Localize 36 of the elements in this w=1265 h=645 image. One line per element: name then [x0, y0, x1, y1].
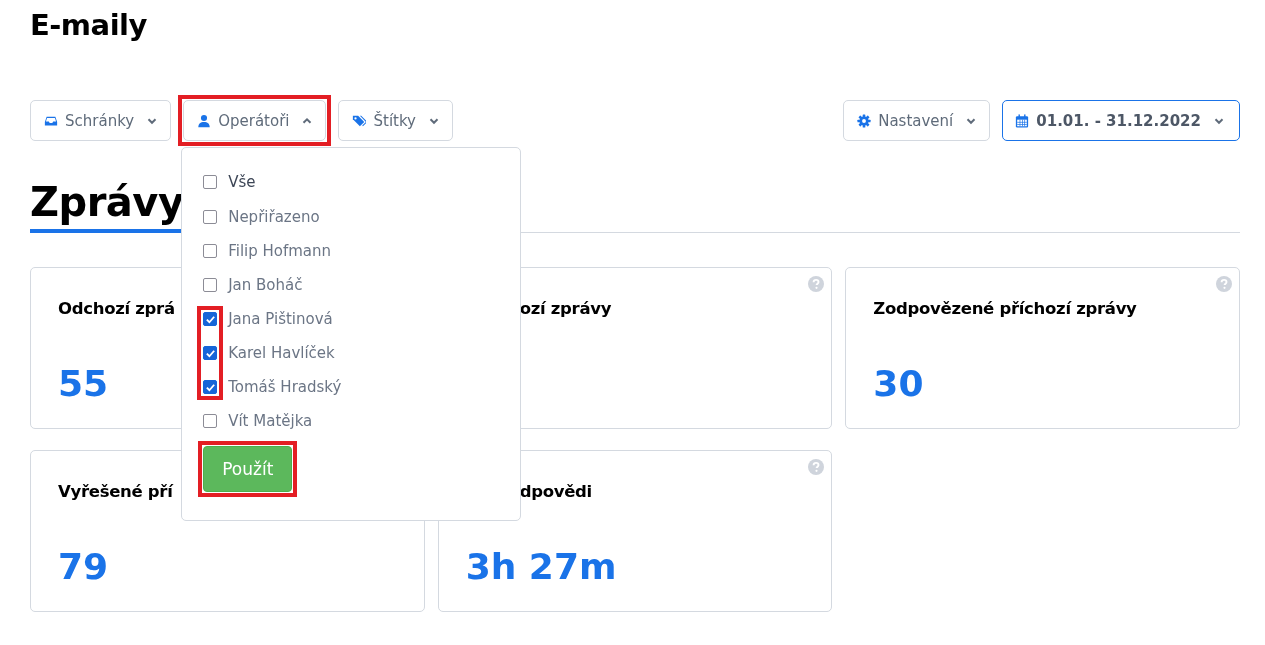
- checkbox[interactable]: [203, 346, 218, 360]
- checkbox[interactable]: [203, 244, 218, 258]
- calendar-icon: [1015, 113, 1030, 128]
- checkbox[interactable]: [203, 278, 218, 292]
- card-title: Vyřešené pří: [58, 482, 173, 501]
- dropdown-button[interactable]: Operátoři: [183, 100, 327, 141]
- card-title: dpovědi: [518, 482, 592, 501]
- checkbox[interactable]: [203, 414, 218, 428]
- stat-value: 30: [873, 363, 924, 404]
- dropdown-button[interactable]: Schránky: [30, 100, 172, 141]
- option-label: Jana Pištinová: [228, 310, 333, 328]
- option-label: Karel Havlíček: [228, 344, 335, 362]
- option-label: Jan Boháč: [228, 276, 303, 294]
- checkbox[interactable]: [203, 210, 218, 224]
- option-label: Vše: [228, 173, 256, 191]
- card-title: Zodpovězené příchozí zprávy: [873, 299, 1137, 318]
- stat-value: 79: [58, 546, 109, 587]
- card-title: ozí zprávy: [518, 299, 612, 318]
- stat-value: 3h 27m: [465, 546, 617, 587]
- option-label: Tomáš Hradský: [228, 378, 342, 396]
- checkbox[interactable]: [203, 380, 218, 394]
- stat-value: 55: [58, 363, 109, 404]
- page-title: E-maily: [30, 7, 148, 44]
- gear-icon: [857, 113, 872, 128]
- dropdown-button[interactable]: Štítky: [338, 100, 453, 141]
- card-title: Odchozí zprá: [58, 299, 175, 318]
- dropdown-button[interactable]: Nastavení: [843, 100, 991, 141]
- option-label: Filip Hofmann: [228, 242, 332, 260]
- chevron-up-icon: [302, 115, 313, 126]
- option-label: Vít Matějka: [228, 412, 313, 430]
- checkbox[interactable]: [203, 312, 218, 326]
- checkbox[interactable]: [203, 175, 218, 189]
- tags-icon: [352, 113, 367, 128]
- user-icon: [197, 113, 212, 128]
- option-label: Nepřiřazeno: [228, 208, 320, 226]
- date-range-button[interactable]: 01.01. - 31.12.2022: [1002, 100, 1240, 141]
